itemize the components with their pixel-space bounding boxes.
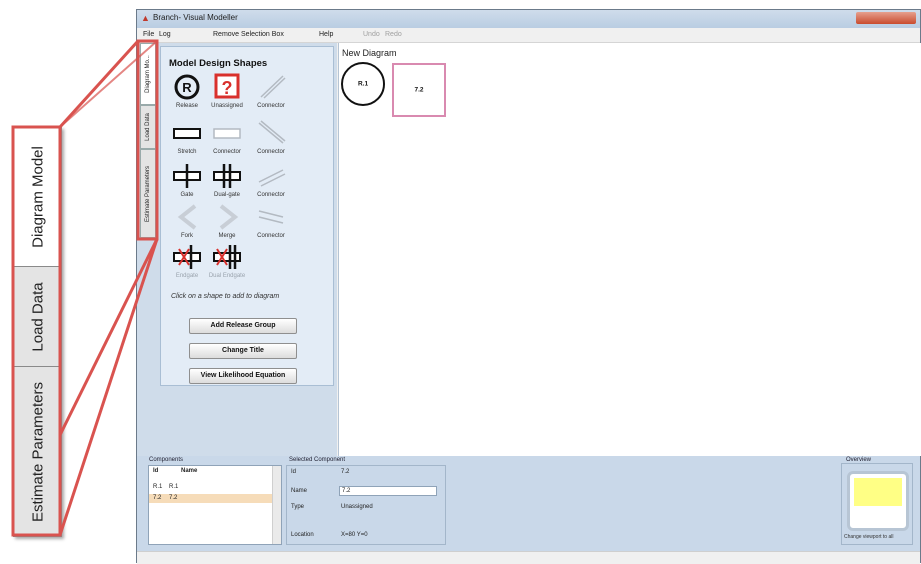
shape-connector-rect[interactable]: Connector (207, 119, 247, 159)
fork-icon (177, 204, 197, 230)
connector-falling-icon (258, 120, 286, 144)
overview-panel: Change viewport to all (841, 463, 913, 545)
shapes-panel-title: Model Design Shapes (169, 58, 268, 69)
connector-double-icon (258, 210, 284, 224)
shape-dual-endgate[interactable]: Dual Endgate (207, 243, 247, 283)
merge-icon (219, 204, 239, 230)
overview-thumbnail (854, 478, 902, 506)
connector-rising-icon (258, 169, 286, 187)
diagram-canvas[interactable]: New Diagram R.1 7.2 (338, 43, 921, 456)
header-id: Id (153, 468, 159, 474)
shape-dual-gate[interactable]: Dual-gate (207, 162, 247, 202)
tabs-zoom-callout: Diagram Model Load Data Estimate Paramet… (13, 127, 62, 537)
shape-connector-double[interactable]: Connector (251, 203, 291, 243)
menu-redo[interactable]: Redo (385, 31, 402, 38)
menu-log[interactable]: Log (159, 31, 171, 38)
name-input[interactable]: 7.2 (339, 486, 437, 496)
shape-unassigned[interactable]: ? Unassigned (207, 73, 247, 113)
tab-estimate-parameters[interactable]: Estimate Parameters (140, 149, 156, 238)
endgate-icon (173, 245, 201, 269)
gate-icon (173, 164, 201, 188)
shape-connector-falling[interactable]: Connector (251, 119, 291, 159)
release-icon: R (174, 74, 200, 100)
diagram-node-release[interactable]: R.1 (341, 62, 385, 106)
location-value: X=80 Y=0 (341, 532, 368, 538)
components-title: Components (149, 457, 184, 463)
tab-load-data[interactable]: Load Data (140, 105, 156, 149)
window-controls[interactable] (856, 12, 916, 24)
table-row[interactable]: R.1 R.1 (149, 483, 273, 492)
connector-rect-icon (213, 128, 241, 139)
bottom-panel: Components Id Name R.1 R.1 7.2 7.2 Selec… (137, 456, 920, 551)
stretch-icon (173, 128, 201, 139)
menu-help[interactable]: Help (319, 31, 333, 38)
status-bar (137, 551, 920, 564)
side-tabs: Diagram Mo... Load Data Estimate Paramet… (140, 43, 156, 238)
name-label: Name (291, 488, 308, 494)
menu-file[interactable]: File (143, 31, 154, 38)
selected-component-title: Selected Component (289, 457, 346, 463)
type-value: Unassigned (341, 504, 373, 510)
diagram-title: New Diagram (342, 48, 397, 58)
change-title-button[interactable]: Change Title (189, 343, 297, 359)
tab-diagram-model[interactable]: Diagram Mo... (140, 43, 156, 105)
menu-undo[interactable]: Undo (363, 31, 380, 38)
app-logo-icon: ▲ (141, 13, 150, 23)
model-design-shapes-panel: Model Design Shapes R Release ? Unassign… (160, 46, 334, 386)
svg-text:?: ? (222, 78, 233, 98)
location-label: Location (291, 532, 314, 538)
zoom-tab-load-data[interactable]: Load Data (14, 267, 61, 367)
id-label: Id (291, 469, 297, 475)
change-viewport-link[interactable]: Change viewport to all (844, 534, 914, 540)
overview-viewport[interactable] (847, 471, 909, 531)
shapes-hint: Click on a shape to add to diagram (171, 293, 280, 300)
menu-bar: File Log Remove Selection Box Help Undo … (137, 28, 920, 43)
connector-icon (260, 75, 286, 99)
header-name: Name (181, 468, 198, 474)
id-value: 7.2 (341, 469, 350, 475)
shape-merge[interactable]: Merge (207, 203, 247, 243)
zoom-tab-diagram-model[interactable]: Diagram Model (14, 128, 61, 267)
components-scrollbar[interactable] (272, 466, 281, 544)
unassigned-icon: ? (214, 73, 240, 99)
menu-remove-selection-box[interactable]: Remove Selection Box (213, 31, 284, 38)
zoom-tab-estimate-parameters[interactable]: Estimate Parameters (14, 367, 61, 536)
dual-endgate-icon (213, 245, 241, 269)
shape-connector-diagonal[interactable]: Connector (251, 73, 291, 113)
add-release-group-button[interactable]: Add Release Group (189, 318, 297, 334)
diagram-node-unassigned[interactable]: 7.2 (392, 63, 446, 117)
window-title: Branch- Visual Modeller (153, 13, 238, 22)
title-bar: ▲ Branch- Visual Modeller (137, 10, 920, 28)
components-header: Id Name (149, 467, 273, 476)
dual-gate-icon (213, 164, 241, 188)
shape-connector-rising[interactable]: Connector (251, 162, 291, 202)
type-label: Type (291, 504, 305, 510)
app-window: ▲ Branch- Visual Modeller File Log Remov… (136, 9, 921, 564)
svg-text:R: R (182, 80, 192, 95)
selected-component-panel: Id 7.2 Name 7.2 Type Unassigned Location… (286, 465, 446, 545)
components-list: Id Name R.1 R.1 7.2 7.2 (148, 465, 282, 545)
view-likelihood-equation-button[interactable]: View Likelihood Equation (189, 368, 297, 384)
table-row-selected[interactable]: 7.2 7.2 (149, 494, 273, 503)
